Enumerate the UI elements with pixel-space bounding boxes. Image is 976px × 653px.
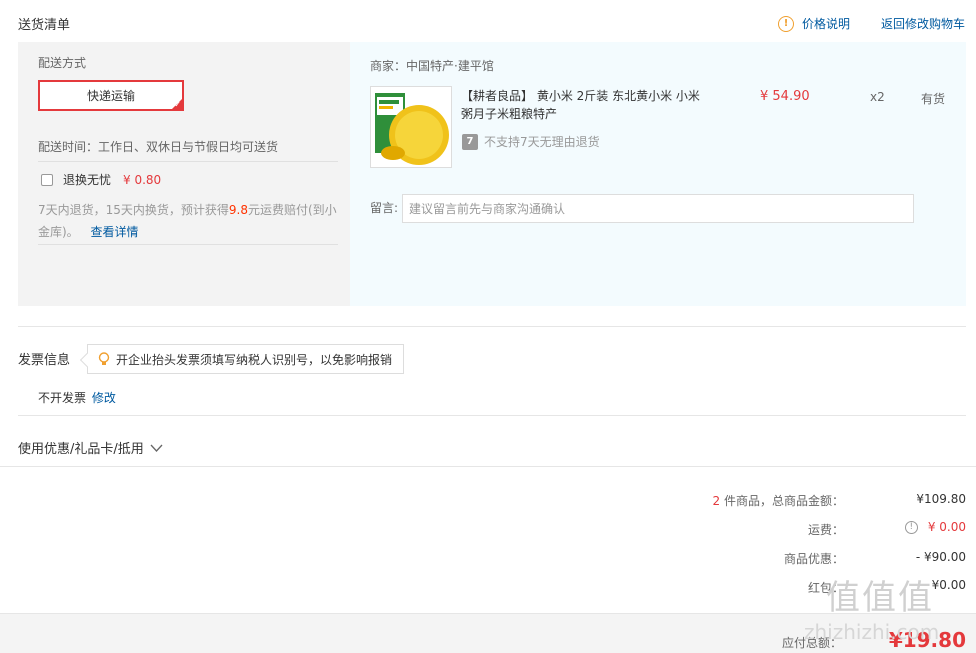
price-explain-link[interactable]: ! 价格说明 bbox=[778, 15, 850, 32]
shipping-method-express-button[interactable]: 快递运输 ✓ bbox=[38, 80, 184, 111]
order-note-input[interactable]: 建议留言前先与商家沟通确认 bbox=[402, 194, 914, 223]
order-items-panel: 商家：中国特产·建平馆 【耕者良品】 黄小米 2斤装 东北黄小米 小米 粥月子米… bbox=[350, 42, 966, 306]
return-policy-text: 不支持7天无理由退货 bbox=[484, 135, 600, 149]
shipping-method-label: 配送方式 bbox=[38, 56, 87, 70]
items-total-text: 件商品，总商品金额： bbox=[723, 494, 844, 508]
delivery-time: 配送时间：工作日、双休日与节假日均可送货 bbox=[38, 140, 279, 154]
shipping-fee-row: ! ¥ 0.00 bbox=[904, 520, 966, 534]
product-title[interactable]: 【耕者良品】 黄小米 2斤装 东北黄小米 小米 粥月子米粗粮特产 bbox=[461, 87, 721, 123]
policy-amount: 9.8 bbox=[228, 203, 248, 217]
product-image[interactable] bbox=[370, 86, 452, 168]
product-title-line1: 【耕者良品】 黄小米 2斤装 东北黄小米 小米 bbox=[461, 89, 700, 103]
tooltip-arrow bbox=[79, 352, 95, 368]
shipping-method-text: 快递运输 bbox=[86, 89, 135, 103]
invoice-title: 发票信息 bbox=[18, 353, 71, 368]
insurance-policy: 7天内退货，15天内换货，预计获得9.8元运费赔付(到小 金库)。 查看详情 bbox=[38, 199, 338, 243]
coupon-label: 使用优惠/礼品卡/抵用 bbox=[18, 442, 144, 457]
shipping-fee-value: ¥ 0.00 bbox=[927, 520, 966, 534]
items-total-value: ¥109.80 bbox=[916, 492, 966, 506]
return-policy: 7 不支持7天无理由退货 bbox=[462, 133, 600, 150]
no-return-7day-icon: 7 bbox=[462, 133, 478, 150]
info-icon: ! bbox=[778, 15, 794, 32]
insurance-checkbox[interactable] bbox=[41, 173, 53, 186]
product-price: ¥ 54.90 bbox=[760, 89, 810, 104]
insurance-price: ¥ 0.80 bbox=[123, 172, 162, 187]
insurance-label: 退换无忧 bbox=[63, 173, 112, 187]
price-explain-label: 价格说明 bbox=[802, 17, 851, 31]
invoice-tip-text: 开企业抬头发票须填写纳税人识别号，以免影响报销 bbox=[116, 352, 393, 367]
millet-image-icon bbox=[375, 93, 449, 165]
view-details-link[interactable]: 查看详情 bbox=[91, 225, 139, 239]
invoice-status: 不开发票 bbox=[38, 391, 87, 405]
discount-value: - ¥90.00 bbox=[915, 550, 966, 564]
divider bbox=[38, 244, 338, 245]
shipping-panel: 配送方式 快递运输 ✓ 配送时间：工作日、双休日与节假日均可送货 退换无忧 ¥ … bbox=[18, 42, 350, 306]
watermark-url: zhizhizhi.com bbox=[804, 620, 940, 644]
check-icon: ✓ bbox=[174, 100, 181, 109]
items-count: 2 bbox=[712, 494, 721, 508]
divider bbox=[38, 161, 338, 162]
product-stock: 有货 bbox=[921, 92, 946, 106]
merchant-name: 商家：中国特产·建平馆 bbox=[370, 59, 494, 73]
invoice-status-row: 不开发票 修改 bbox=[38, 389, 116, 406]
back-to-cart-link[interactable]: 返回修改购物车 bbox=[881, 15, 965, 32]
policy-text-2: 元运费赔付(到小 bbox=[248, 203, 337, 217]
items-total-label: 2 件商品，总商品金额： bbox=[713, 492, 844, 509]
shipping-fee-label: 运费： bbox=[807, 523, 844, 537]
note-label: 留言: bbox=[370, 201, 399, 215]
coupon-toggle[interactable]: 使用优惠/礼品卡/抵用 bbox=[18, 438, 163, 457]
insurance-row: 退换无忧 ¥ 0.80 bbox=[41, 171, 161, 188]
policy-text: 7天内退货，15天内换货，预计获得 bbox=[38, 203, 229, 217]
lightbulb-icon bbox=[98, 351, 110, 365]
delivery-list-title: 送货清单 bbox=[18, 18, 71, 33]
watermark-logo: 值值值 bbox=[826, 578, 934, 618]
invoice-edit-link[interactable]: 修改 bbox=[92, 391, 116, 405]
section-divider bbox=[0, 466, 976, 467]
red-packet-value: ¥0.00 bbox=[931, 578, 966, 592]
policy-text-3: 金库)。 bbox=[38, 225, 79, 239]
info-icon[interactable]: ! bbox=[904, 520, 918, 534]
product-title-line2: 粥月子米粗粮特产 bbox=[461, 107, 558, 121]
chevron-down-icon bbox=[150, 444, 163, 452]
invoice-tip: 开企业抬头发票须填写纳税人识别号，以免影响报销 bbox=[79, 344, 404, 374]
section-divider bbox=[18, 326, 966, 327]
discount-label: 商品优惠： bbox=[783, 552, 844, 566]
product-quantity: x2 bbox=[870, 90, 885, 104]
section-divider bbox=[18, 415, 966, 416]
